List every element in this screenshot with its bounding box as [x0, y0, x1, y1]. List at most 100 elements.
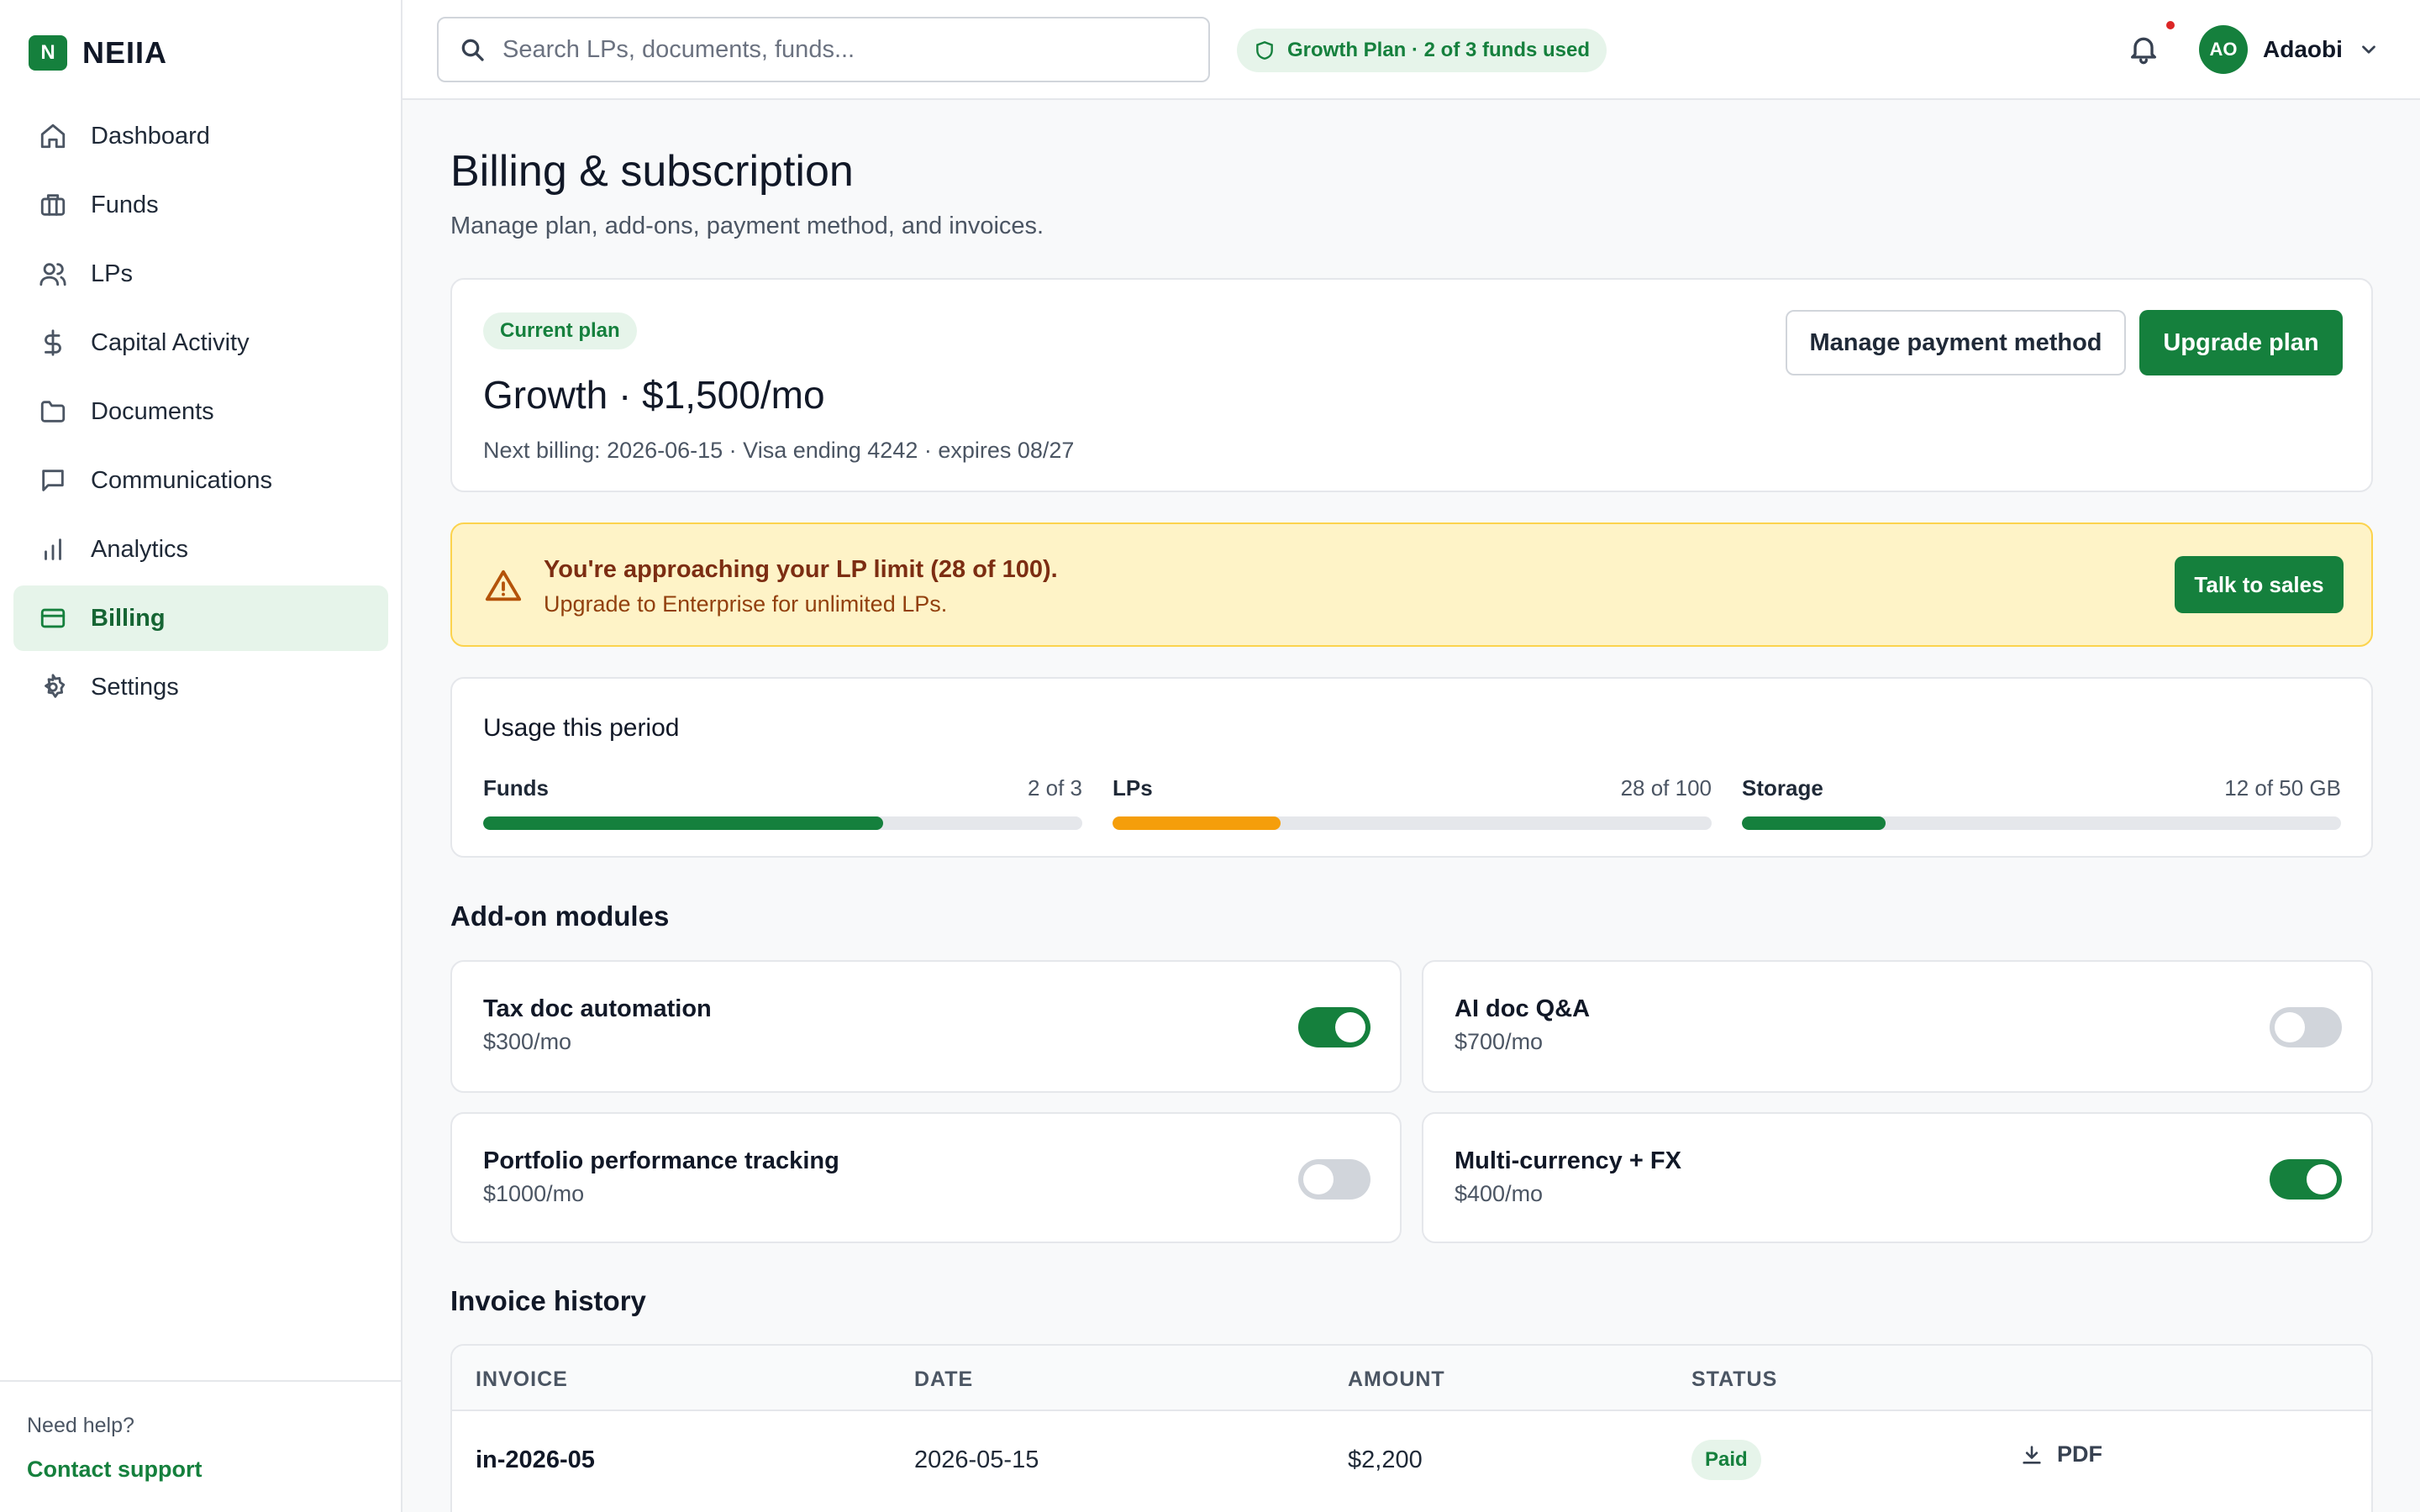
meter-value: 12 of 50 GB [2224, 774, 2341, 801]
usage-card: Usage this period Funds 2 of 3 LPs 28 of… [450, 677, 2373, 858]
users-icon [37, 258, 69, 290]
usage-title: Usage this period [483, 714, 680, 742]
usage-meter-funds: Funds 2 of 3 [483, 773, 1082, 830]
page-subtitle: Manage plan, add-ons, payment method, an… [450, 213, 1044, 239]
sidebar-item-label: Settings [91, 673, 179, 701]
toggle-knob [2275, 1012, 2305, 1042]
message-icon [37, 465, 69, 496]
invoice-history-title: Invoice history [450, 1285, 646, 1316]
bar-chart-icon [37, 533, 69, 565]
progress-track [1742, 816, 2341, 830]
plan-usage-pill: Growth Plan · 2 of 3 funds used [1237, 29, 1607, 72]
toggle-knob [2307, 1164, 2337, 1194]
search-icon [461, 39, 484, 61]
search-input[interactable] [502, 35, 1192, 64]
brand-logo: N [29, 35, 67, 71]
addon-card-portfolio-tracking: Portfolio performance tracking $1000/mo [450, 1112, 1402, 1243]
plan-pill-text: Growth Plan · 2 of 3 funds used [1287, 39, 1591, 61]
sidebar-item-billing[interactable]: Billing [13, 585, 388, 651]
addon-name: Tax doc automation [483, 995, 712, 1022]
gear-icon [37, 671, 69, 703]
addon-price: $700/mo [1455, 1029, 1544, 1054]
briefcase-icon [37, 189, 69, 221]
lp-limit-alert: You're approaching your LP limit (28 of … [450, 522, 2373, 647]
column-header: AMOUNT [1348, 1368, 1445, 1391]
sidebar-item-communications[interactable]: Communications [13, 448, 388, 513]
sidebar-item-settings[interactable]: Settings [13, 654, 388, 720]
current-plan-card: Current plan Growth · $1,500/mo Next bil… [450, 278, 2373, 492]
addon-price: $300/mo [483, 1029, 572, 1054]
brand[interactable]: N NEIIA [29, 35, 167, 71]
sidebar-item-label: Communications [91, 466, 272, 494]
addon-toggle[interactable] [1298, 1159, 1370, 1200]
meter-label: LPs [1113, 774, 1153, 801]
search-box[interactable] [437, 17, 1210, 82]
contact-support-link[interactable]: Contact support [27, 1457, 402, 1483]
sidebar-item-lps[interactable]: LPs [13, 241, 388, 307]
avatar: AO [2199, 25, 2248, 74]
upgrade-plan-button[interactable]: Upgrade plan [2139, 310, 2343, 375]
manage-payment-method-button[interactable]: Manage payment method [1786, 310, 2126, 375]
addon-price: $1000/mo [483, 1181, 585, 1206]
plan-name: Growth · $1,500/mo [483, 373, 825, 417]
progress-fill [1742, 816, 1886, 830]
download-pdf-link[interactable]: PDF [2020, 1441, 2102, 1467]
page-title: Billing & subscription [450, 147, 854, 196]
column-header: DATE [914, 1368, 974, 1391]
addon-price: $400/mo [1455, 1181, 1544, 1206]
notifications-button[interactable] [2127, 32, 2164, 69]
brand-name: NEIIA [82, 35, 168, 70]
table-header: INVOICE DATE AMOUNT STATUS [452, 1346, 2371, 1411]
current-plan-badge: Current plan [483, 312, 637, 349]
sidebar-item-label: Dashboard [91, 122, 210, 150]
credit-card-icon [37, 602, 69, 634]
toggle-knob [1335, 1012, 1365, 1042]
invoice-amount: $2,200 [1348, 1446, 1423, 1473]
usage-meter-lps: LPs 28 of 100 [1113, 773, 1712, 830]
meter-label: Funds [483, 774, 549, 801]
sidebar-item-funds[interactable]: Funds [13, 172, 388, 238]
talk-to-sales-button[interactable]: Talk to sales [2175, 556, 2344, 613]
home-icon [37, 120, 69, 152]
usage-meter-storage: Storage 12 of 50 GB [1742, 773, 2341, 830]
progress-fill [1113, 816, 1281, 830]
shield-icon [1256, 40, 1273, 60]
addon-toggle[interactable] [2270, 1007, 2342, 1047]
sidebar-item-documents[interactable]: Documents [13, 379, 388, 444]
sidebar-item-label: LPs [91, 260, 133, 287]
addons-title: Add-on modules [450, 900, 670, 932]
bell-icon [2131, 37, 2156, 65]
sidebar-footer: Need help? Contact support [0, 1380, 402, 1483]
user-name: Adaobi [2263, 36, 2343, 62]
meter-label: Storage [1742, 774, 1823, 801]
status-badge: Paid [1691, 1440, 1761, 1480]
dollar-icon [37, 327, 69, 359]
help-text: Need help? [27, 1414, 134, 1437]
sidebar-item-label: Documents [91, 397, 214, 425]
addon-name: Multi-currency + FX [1455, 1147, 1681, 1174]
sidebar-item-capital-activity[interactable]: Capital Activity [13, 310, 388, 375]
addon-toggle[interactable] [1298, 1007, 1370, 1047]
toggle-knob [1303, 1164, 1334, 1194]
chevron-down-icon [2362, 45, 2375, 54]
folder-icon [37, 396, 69, 428]
pdf-label: PDF [2057, 1441, 2102, 1467]
user-menu[interactable]: AO Adaobi [2199, 25, 2380, 74]
column-header: STATUS [1691, 1368, 1778, 1391]
addon-toggle[interactable] [2270, 1159, 2342, 1200]
table-row: in-2026-05 2026-05-15 $2,200 Paid PDF [452, 1411, 2371, 1512]
plan-billing-meta: Next billing: 2026-06-15 · Visa ending 4… [483, 438, 1075, 463]
addon-name: Portfolio performance tracking [483, 1147, 839, 1174]
sidebar-item-label: Billing [91, 604, 166, 632]
invoice-table: INVOICE DATE AMOUNT STATUS in-2026-05 20… [450, 1344, 2373, 1512]
sidebar-nav: Dashboard Funds LPs Capital Activity Doc… [13, 103, 388, 723]
meter-value: 28 of 100 [1620, 774, 1712, 801]
alert-text: Upgrade to Enterprise for unlimited LPs. [544, 591, 948, 617]
sidebar-item-label: Funds [91, 191, 159, 218]
addon-card-multi-currency: Multi-currency + FX $400/mo [1422, 1112, 2373, 1243]
sidebar-item-label: Capital Activity [91, 328, 250, 356]
sidebar-item-analytics[interactable]: Analytics [13, 517, 388, 582]
sidebar-item-dashboard[interactable]: Dashboard [13, 103, 388, 169]
progress-track [483, 816, 1082, 830]
download-icon [2023, 1445, 2041, 1464]
